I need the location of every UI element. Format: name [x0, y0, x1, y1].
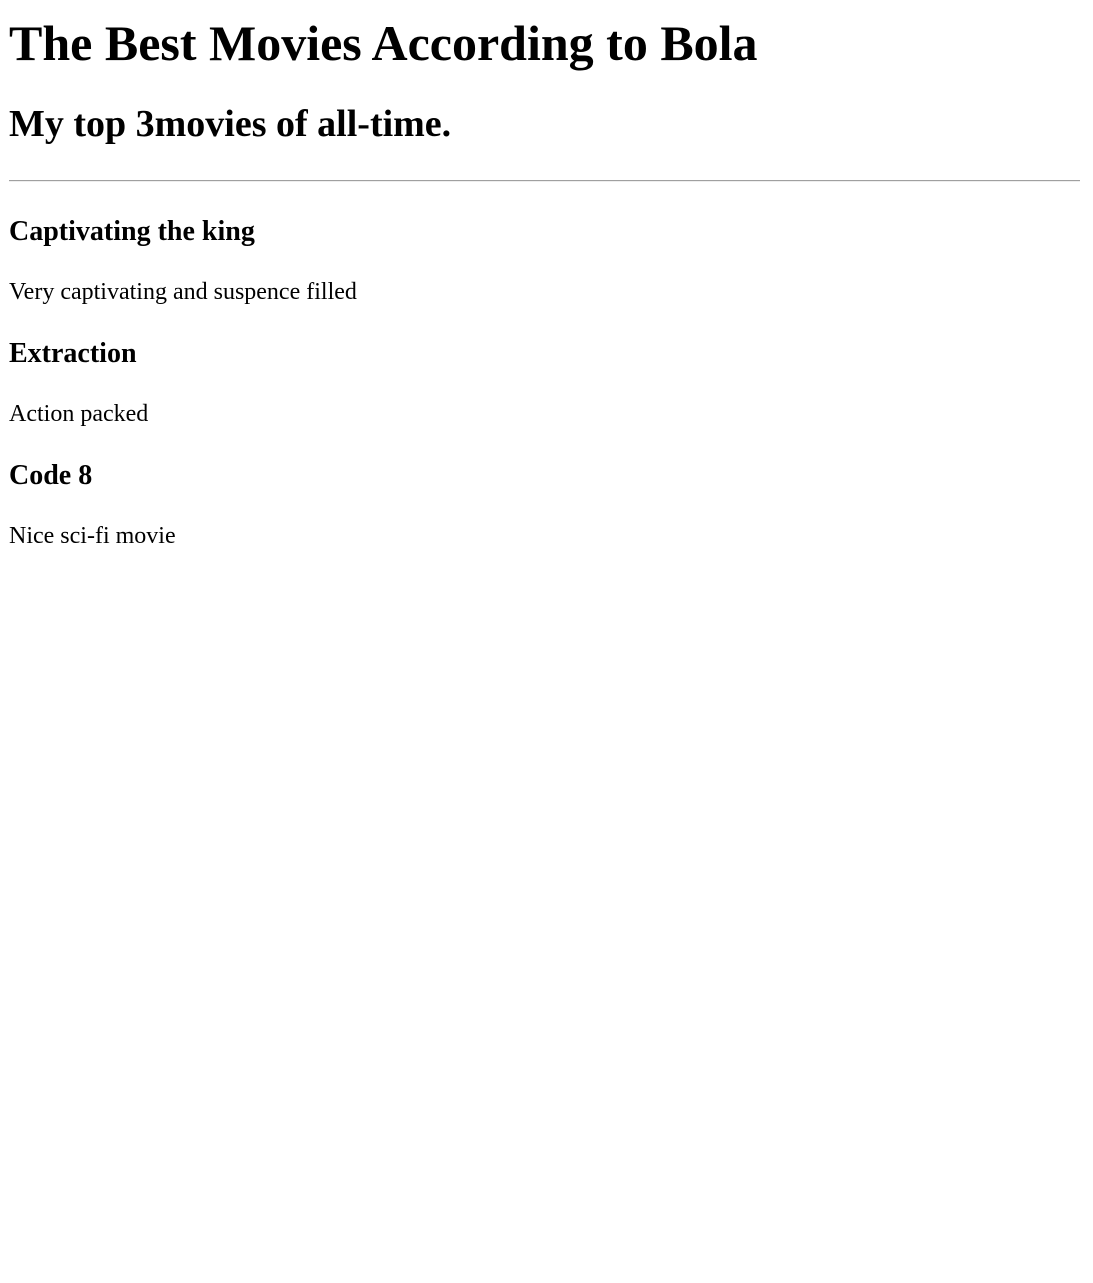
- movie-item: Extraction Action packed: [9, 337, 1080, 429]
- page-title: The Best Movies According to Bola: [9, 15, 758, 71]
- movie-title: Captivating the king: [9, 216, 255, 247]
- movie-description: Very captivating and suspence filled: [9, 279, 357, 305]
- divider: [9, 180, 1080, 182]
- page-content: The Best Movies According to Bola My top…: [0, 14, 1093, 551]
- movie-list: Captivating the king Very captivating an…: [9, 215, 1080, 551]
- movie-item: Code 8 Nice sci-fi movie: [9, 459, 1080, 551]
- movie-description: Nice sci-fi movie: [9, 523, 176, 549]
- movie-item: Captivating the king Very captivating an…: [9, 215, 1080, 307]
- page-subtitle: My top 3movies of all-time.: [9, 103, 452, 145]
- movie-title: Extraction: [9, 338, 137, 369]
- movie-title: Code 8: [9, 460, 93, 491]
- movie-description: Action packed: [9, 401, 149, 427]
